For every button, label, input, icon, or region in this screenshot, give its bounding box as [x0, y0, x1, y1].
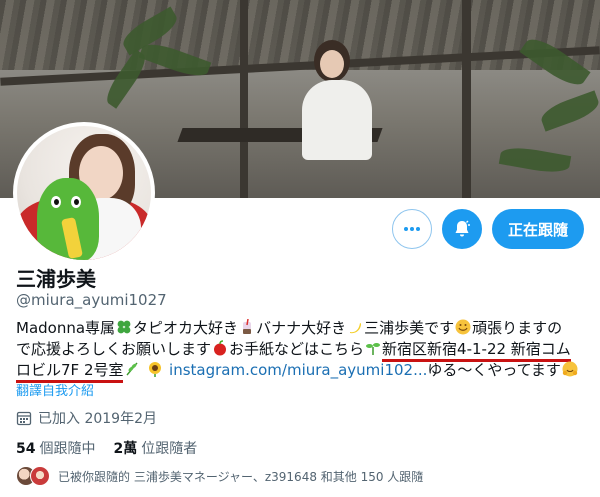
hugging-face-icon	[562, 361, 578, 377]
followed-by[interactable]: 已被你跟隨的 三浦歩美マネージャー、z391648 和其他 150 人跟隨	[16, 466, 423, 486]
following-link[interactable]: 54 個跟隨中	[16, 438, 95, 458]
bio-text: 三浦歩美です	[364, 319, 455, 337]
followers-link[interactable]: 2萬 位跟隨者	[113, 438, 197, 458]
seedling-icon	[366, 343, 381, 355]
bio-text: ゆる～くやってます	[427, 361, 561, 379]
display-name: 三浦歩美	[16, 267, 96, 291]
follower-avatar	[30, 466, 50, 486]
bio-text: で応援よろしくお願いします	[16, 340, 212, 358]
following-label: 個跟隨中	[39, 441, 96, 457]
following-button[interactable]: 正在跟隨	[491, 209, 584, 249]
notification-button[interactable]	[441, 209, 482, 249]
bio-text: バナナ大好き	[256, 319, 347, 337]
herb-icon	[126, 362, 139, 376]
joined-date: 已加入 2019年2月	[16, 408, 157, 428]
apple-icon	[214, 340, 227, 356]
more-button[interactable]	[391, 209, 432, 249]
translate-bio-link[interactable]: 翻譯自我介紹	[16, 380, 94, 399]
sunflower-icon	[149, 362, 162, 377]
followers-label: 位跟隨者	[141, 441, 198, 457]
follow-stats: 54 個跟隨中 2萬 位跟隨者	[16, 438, 197, 458]
notification-bell-icon	[455, 220, 470, 237]
banner-person	[300, 40, 372, 160]
joined-text: 已加入 2019年2月	[38, 411, 157, 427]
instagram-link[interactable]: instagram.com/miura_ayumi102...	[169, 361, 427, 379]
banner-leaf	[538, 90, 600, 132]
followers-count: 2萬	[113, 441, 138, 457]
banner-pillar	[240, 0, 248, 198]
bio-text: 頑張りますの	[472, 319, 563, 337]
following-count: 54	[16, 441, 36, 457]
bubble-tea-icon	[243, 319, 252, 334]
bio-text: タピオカ大好き	[133, 319, 239, 337]
banana-icon	[350, 323, 362, 334]
address-text: 新宿区新宿4-1-22 新宿コム	[382, 340, 571, 362]
followed-by-text: 已被你跟隨的 三浦歩美マネージャー、z391648 和其他 150 人跟隨	[58, 469, 424, 484]
user-handle: @miura_ayumi1027	[16, 291, 167, 309]
calendar-icon	[16, 411, 32, 426]
bio-text: Madonna専属	[16, 319, 116, 337]
mascot-figure	[37, 178, 99, 260]
avatar[interactable]	[13, 122, 155, 264]
more-dots-icon	[403, 227, 420, 231]
clover-icon	[117, 320, 131, 334]
banner-leaf	[498, 144, 572, 176]
banner-pillar	[462, 0, 471, 198]
profile-bio: Madonna専属 タピオカ大好き バナナ大好き 三浦歩美です 頑張りますの で応援よろ…	[16, 318, 588, 383]
profile-actions: 正在跟隨	[391, 209, 584, 249]
bio-text: お手紙などはこちら	[229, 340, 365, 358]
smile-icon	[455, 319, 471, 335]
